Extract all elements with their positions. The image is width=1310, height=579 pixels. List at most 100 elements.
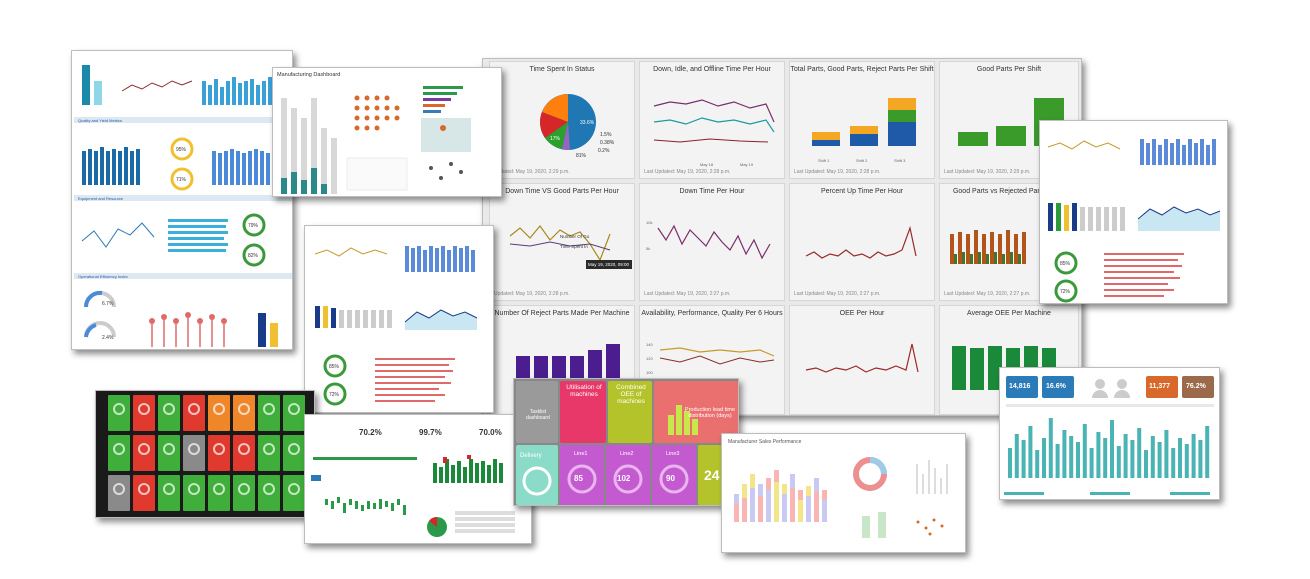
status-tile[interactable] — [258, 435, 280, 471]
gauge-value: 71% — [176, 177, 187, 183]
status-tile[interactable] — [208, 475, 230, 511]
y-tick: 10k — [646, 220, 652, 225]
bar — [1028, 426, 1033, 478]
status-tile[interactable] — [233, 475, 255, 511]
status-tile[interactable] — [208, 435, 230, 471]
gauge-value: 72% — [1060, 289, 1071, 295]
production-charts — [311, 455, 515, 537]
lead-time-label: Production lead time distribution (days) — [684, 407, 736, 419]
delivery-gauge — [522, 466, 552, 496]
tile-gauge — [263, 403, 275, 415]
partial-value: 24 — [704, 467, 720, 483]
panel-down-idle-offline[interactable]: Down, Idle, and Offline Time Per Hour Ma… — [639, 61, 785, 179]
bar — [1048, 418, 1053, 478]
status-tile[interactable] — [133, 435, 155, 471]
y-tick: 100 — [646, 370, 653, 375]
panel-total-parts[interactable]: Total Parts, Good Parts, Reject Parts Pe… — [789, 61, 935, 179]
stacked-bar-chart: Shift 1 Shift 2 Shift 3 — [812, 98, 916, 163]
tasklist-dashboard: Tasklist dashboard Utilisation of machin… — [513, 378, 739, 506]
panel-downtime-hour[interactable]: Down Time Per Hour 10k 5k Last Updated: … — [639, 183, 785, 301]
section-label: Equipment and Resource — [78, 196, 124, 201]
bar — [1042, 438, 1046, 478]
bar — [1137, 428, 1142, 478]
y-tick: 140 — [646, 342, 653, 347]
bar — [1130, 440, 1135, 478]
tile-gauge — [263, 443, 275, 455]
panel-footer: Last Updated: May 19, 2020, 2:27 p.m. — [644, 291, 731, 297]
panel-oee-hour[interactable]: OEE Per Hour — [789, 305, 935, 415]
status-tile[interactable] — [183, 395, 205, 431]
status-tile[interactable] — [158, 395, 180, 431]
right-dashboard: 85% 72% — [1039, 120, 1228, 304]
small-dashboard: 85% 72% — [304, 225, 494, 413]
bar — [1150, 436, 1155, 478]
quality-dashboard-charts: Quality and Yield Metrics 95% 71% Equipm… — [74, 65, 292, 347]
axis-label: Shift 2 — [856, 158, 868, 163]
status-tile[interactable] — [233, 395, 255, 431]
bar — [1164, 430, 1169, 478]
delivery-tile: Delivery — [516, 445, 558, 505]
bar — [1008, 448, 1012, 478]
main-grid-dashboard: Time Spent In Status 33.6% 17% 1.5% 0.38… — [482, 58, 1082, 416]
bar — [1178, 438, 1182, 478]
pie-chart: 33.6% 17% 1.5% 0.38% 0.2% 81% — [540, 94, 615, 159]
bar — [1144, 450, 1148, 478]
bar — [1055, 444, 1060, 478]
status-tile[interactable] — [233, 435, 255, 471]
section-label: Operational Efficiency Index — [78, 274, 128, 279]
production-dashboard: 70.2% 99.7% 70.0% — [304, 414, 532, 544]
line3-tile[interactable]: Line3 90 — [652, 445, 696, 505]
gauge-value: 82% — [248, 253, 259, 259]
gauge-value: 2.4% — [102, 335, 114, 341]
panel-footer: Last Updated: May 19, 2020, 2:29 p.m. — [944, 169, 1031, 175]
section-label: Quality and Yield Metrics — [78, 118, 122, 123]
panel-footer: Last Updated: May 19, 2020, 2:27 p.m. — [794, 291, 881, 297]
status-tile[interactable] — [283, 435, 305, 471]
line1-tile[interactable]: Line1 85 — [560, 445, 604, 505]
status-tile[interactable] — [133, 475, 155, 511]
bar — [1110, 420, 1114, 478]
tile-gauge — [163, 483, 175, 495]
tasklist-title-tile: Tasklist dashboard — [516, 381, 558, 443]
legend-line: Number Of Go — [560, 234, 590, 239]
tile-gauge — [188, 403, 200, 415]
panel-footer: Updated: May 19, 2020, 2:29 p.m. — [494, 169, 570, 175]
pie-label: 17% — [550, 136, 561, 142]
status-tile[interactable] — [133, 395, 155, 431]
bar — [1191, 434, 1196, 478]
status-tile[interactable] — [183, 475, 205, 511]
quality-dashboard: Quality and Yield Metrics 95% 71% Equipm… — [71, 50, 293, 350]
sales-charts — [734, 457, 948, 538]
panel-downtime-vs-good[interactable]: Down Time VS Good Parts Per Hour May 19,… — [489, 183, 635, 301]
status-tile[interactable] — [158, 475, 180, 511]
tile-gauge — [138, 443, 150, 455]
status-tile[interactable] — [283, 475, 305, 511]
line2-tile[interactable]: Line2 102 — [606, 445, 650, 505]
status-tile[interactable] — [183, 435, 205, 471]
status-tile[interactable] — [258, 395, 280, 431]
utilisation-label: Utilisation of machines — [566, 384, 602, 398]
bar — [1103, 438, 1108, 478]
status-tile[interactable] — [158, 435, 180, 471]
utilisation-tile: Utilisation of machines — [560, 381, 606, 443]
gauge-value: 85% — [1060, 261, 1071, 267]
axis-label: May 19 — [740, 162, 754, 167]
status-tile[interactable] — [108, 475, 130, 511]
status-tile[interactable] — [208, 395, 230, 431]
panel-time-in-status[interactable]: Time Spent In Status 33.6% 17% 1.5% 0.38… — [489, 61, 635, 179]
panel-footer: Last Updated: May 19, 2020, 2:27 p.m. — [944, 291, 1031, 297]
status-tile[interactable] — [258, 475, 280, 511]
gauge-value: 95% — [176, 147, 187, 153]
bar — [1171, 448, 1176, 478]
gauge-value: 6.7% — [102, 301, 114, 307]
status-tile[interactable] — [108, 395, 130, 431]
tile-gauge — [138, 403, 150, 415]
legend-line: Time Spent In — [560, 244, 588, 249]
status-tile[interactable] — [283, 395, 305, 431]
bar — [1198, 440, 1203, 478]
status-tile[interactable] — [108, 435, 130, 471]
bar — [1076, 442, 1080, 478]
panel-footer: Last Updated: May 19, 2020, 2:28 p.m. — [644, 169, 731, 175]
bar — [1157, 442, 1162, 478]
panel-percent-uptime[interactable]: Percent Up Time Per Hour Last Updated: M… — [789, 183, 935, 301]
